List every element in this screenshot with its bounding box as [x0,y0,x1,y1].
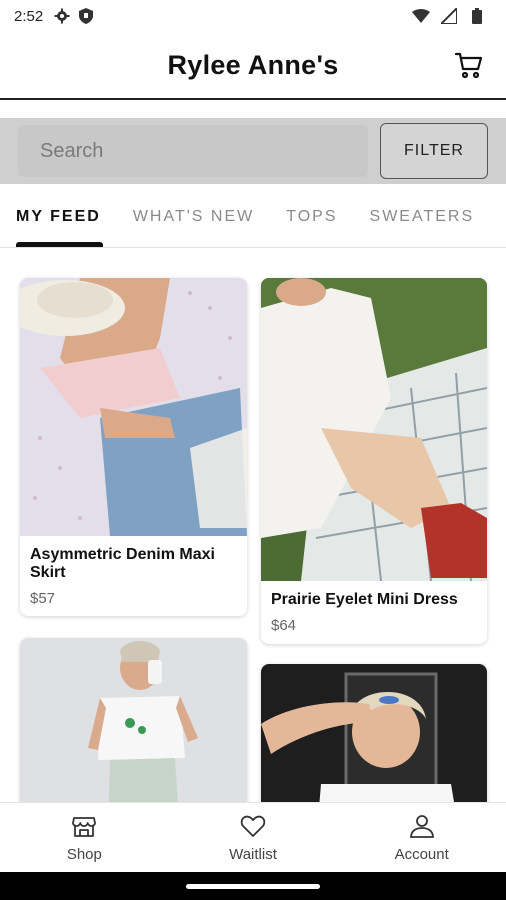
shop-icon [70,812,98,840]
product-card[interactable]: Prairie Eyelet Mini Dress $64 [261,278,487,644]
nav-waitlist[interactable]: Waitlist [169,803,338,872]
search-input[interactable]: Search [18,125,368,177]
nav-account[interactable]: Account [337,803,506,872]
battery-icon [468,7,486,25]
nav-label: Account [394,846,449,863]
account-icon [408,812,436,840]
home-gesture-handle[interactable] [186,884,320,889]
product-price: $64 [271,617,297,634]
tab-tops[interactable]: TOPS [270,186,353,247]
settings-icon [53,7,71,25]
product-image[interactable] [20,638,247,802]
search-bar: Search FILTER [0,118,506,184]
product-card[interactable] [261,664,487,802]
nav-label: Waitlist [229,846,277,863]
cart-icon[interactable] [454,50,484,80]
tab-label: WHAT'S NEW [132,207,255,225]
app-header: Rylee Anne's [0,32,506,100]
nav-label: Shop [66,846,102,863]
gesture-navigation-bar [0,872,506,900]
tab-my-feed[interactable]: MY FEED [0,186,117,247]
product-image[interactable] [261,278,487,581]
tab-sweaters[interactable]: SWEATERS [354,186,491,247]
tab-label: TOPS [286,207,338,225]
app-screen: 2:52 Rylee Anne's Search FILTER MY FEED … [0,0,506,900]
product-name: Asymmetric Denim Maxi Skirt [30,546,215,581]
bottom-navigation: Shop Waitlist Account [0,802,506,872]
filter-button[interactable]: FILTER [380,123,488,179]
product-price: $57 [30,590,56,607]
product-info: Asymmetric Denim Maxi Skirt $57 [20,536,247,607]
product-info: Prairie Eyelet Mini Dress $64 [261,581,487,634]
product-name: Prairie Eyelet Mini Dress [271,591,458,608]
nav-shop[interactable]: Shop [0,803,169,872]
product-card[interactable]: Asymmetric Denim Maxi Skirt $57 [20,278,247,616]
product-image[interactable] [20,278,247,536]
tab-label: SWEATERS [369,207,475,225]
product-feed: Asymmetric Denim Maxi Skirt $57 Prairie … [0,248,506,802]
tab-whats-new[interactable]: WHAT'S NEW [117,186,270,247]
status-time: 2:52 [14,7,44,25]
active-tab-indicator [16,241,103,247]
signal-icon [440,7,458,25]
store-title: Rylee Anne's [167,49,339,80]
category-tabs: MY FEED WHAT'S NEW TOPS SWEATERS [0,186,506,248]
product-image[interactable] [261,664,487,802]
status-bar: 2:52 [0,0,506,32]
product-card[interactable] [20,638,247,802]
tab-label: MY FEED [16,207,101,225]
shield-icon [77,7,95,25]
wifi-icon [412,7,430,25]
heart-icon [239,812,267,840]
